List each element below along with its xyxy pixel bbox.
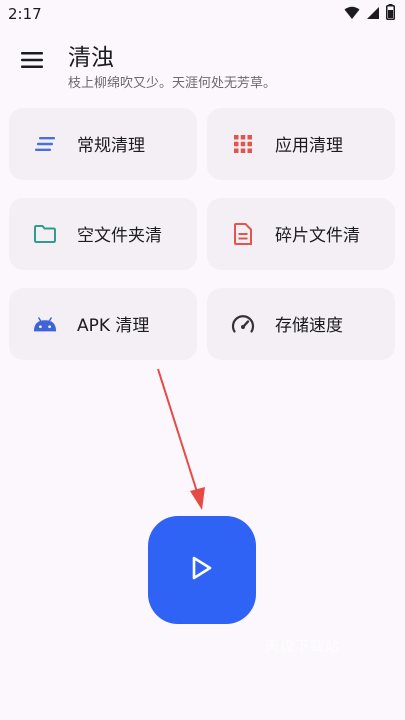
card-fragment-file-clean[interactable]: 碎片文件清 xyxy=(207,198,395,270)
status-bar: 2:17 xyxy=(0,0,405,28)
page-title: 清浊 xyxy=(68,45,114,71)
menu-button[interactable] xyxy=(18,50,46,74)
battery-icon xyxy=(386,4,395,24)
speedometer-icon xyxy=(231,312,255,336)
card-label: 碎片文件清 xyxy=(275,226,360,246)
watermark: 天极下载站 xyxy=(265,639,340,655)
card-label: 应用清理 xyxy=(275,136,343,156)
list-lines-icon xyxy=(33,132,57,156)
card-app-clean[interactable]: 应用清理 xyxy=(207,108,395,180)
annotation-arrow xyxy=(157,368,205,510)
status-time: 2:17 xyxy=(8,5,42,23)
card-storage-speed[interactable]: 存储速度 xyxy=(207,288,395,360)
signal-icon xyxy=(366,5,380,24)
card-label: 存储速度 xyxy=(275,316,343,336)
page-subtitle: 枝上柳绵吹又少。天涯何处无芳草。 xyxy=(68,76,277,91)
document-icon xyxy=(231,222,255,246)
card-apk-clean[interactable]: APK 清理 xyxy=(9,288,197,360)
status-icons xyxy=(344,4,395,24)
card-regular-clean[interactable]: 常规清理 xyxy=(9,108,197,180)
folder-icon xyxy=(33,222,57,246)
start-scan-button[interactable] xyxy=(148,516,256,624)
card-empty-folder-clean[interactable]: 空文件夹清 xyxy=(9,198,197,270)
android-icon xyxy=(33,312,57,336)
hamburger-icon xyxy=(21,52,43,72)
card-label: APK 清理 xyxy=(77,316,150,336)
card-label: 常规清理 xyxy=(77,136,145,156)
wifi-icon xyxy=(344,5,360,24)
app-header: 清浊 枝上柳绵吹又少。天涯何处无芳草。 xyxy=(0,36,405,96)
play-icon xyxy=(191,556,213,584)
grid-dots-icon xyxy=(231,132,255,156)
card-label: 空文件夹清 xyxy=(77,226,162,246)
